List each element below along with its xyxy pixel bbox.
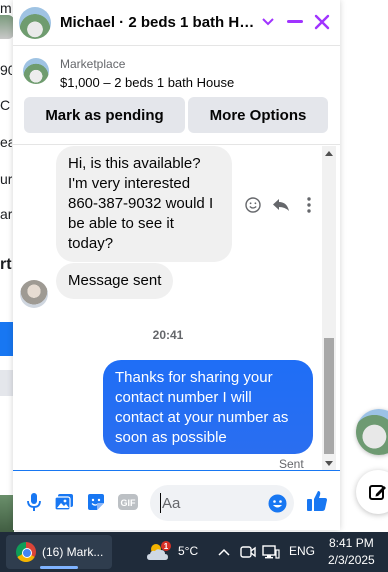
chrome-icon (16, 542, 36, 562)
gif-icon[interactable]: GIF (117, 491, 139, 513)
clock-date[interactable]: 2/3/2025 (328, 553, 375, 567)
outgoing-message[interactable]: Thanks for sharing your contact number I… (103, 360, 313, 454)
more-options-button[interactable]: More Options (188, 97, 328, 133)
microphone-icon[interactable] (23, 491, 45, 513)
smiley-icon[interactable] (239, 193, 267, 217)
taskbar-app-chrome[interactable]: (16) Mark... (6, 535, 112, 569)
message-list[interactable]: Hi, is this available? I'm very interest… (13, 144, 340, 470)
chat-title[interactable]: Michael · 2 beds 1 bath House (60, 14, 256, 31)
sender-avatar[interactable] (20, 280, 48, 308)
incoming-message[interactable]: Message sent (56, 263, 174, 299)
clock-time[interactable]: 8:41 PM (329, 536, 374, 550)
background-page-strip: m 90 C ea ur ark rt (0, 0, 14, 535)
background-text-fragment: ur (0, 171, 12, 187)
contact-avatar[interactable] (19, 7, 51, 39)
background-text-fragment: C (0, 97, 11, 113)
chevron-up-icon[interactable] (215, 543, 233, 561)
more-icon[interactable] (295, 193, 323, 217)
photo-icon[interactable] (53, 491, 75, 513)
language-indicator[interactable]: ENG (289, 544, 315, 558)
background-avatar (0, 15, 14, 39)
thumbs-up-icon[interactable] (306, 490, 328, 512)
svg-text:GIF: GIF (121, 498, 137, 508)
background-button (0, 322, 14, 356)
listing-source: Marketplace (60, 57, 126, 71)
message-composer: GIF (13, 470, 340, 530)
scrollbar-thumb[interactable] (324, 338, 334, 454)
background-button (0, 370, 14, 396)
text-caret (160, 493, 161, 513)
listing-thumbnail[interactable] (23, 58, 49, 84)
message-actions (239, 193, 323, 217)
taskbar-app-label: (16) Mark... (42, 545, 104, 559)
sticker-icon[interactable] (85, 491, 107, 513)
chat-window: Michael · 2 beds 1 bath House Marketplac… (13, 0, 340, 530)
mark-as-pending-button[interactable]: Mark as pending (24, 97, 185, 133)
message-input-wrapper (150, 485, 294, 521)
chevron-down-icon[interactable] (256, 10, 280, 34)
background-text-fragment: m (0, 0, 12, 16)
windows-taskbar: (16) Mark... 1 5°C ENG 8:41 PM 2/3/2025 (0, 532, 388, 572)
listing-title[interactable]: $1,000 – 2 beds 1 bath House (60, 75, 234, 90)
background-text-fragment: ea (0, 134, 12, 150)
chat-header[interactable]: Michael · 2 beds 1 bath House (13, 0, 340, 46)
network-icon[interactable] (262, 543, 280, 561)
meet-now-icon[interactable] (239, 543, 257, 561)
background-text-fragment: ark (0, 206, 12, 222)
emoji-icon[interactable] (266, 492, 288, 514)
weather-badge: 1 (164, 542, 169, 551)
close-icon[interactable] (310, 10, 334, 34)
message-status: Sent (279, 457, 304, 470)
weather-icon[interactable]: 1 (146, 540, 172, 564)
reply-icon[interactable] (267, 193, 295, 217)
background-text-fragment: rt (0, 256, 12, 273)
temperature[interactable]: 5°C (178, 544, 198, 558)
minimize-icon[interactable] (283, 10, 307, 34)
background-text-fragment: 90 (0, 62, 12, 78)
compose-icon (369, 485, 386, 500)
scrollbar[interactable] (322, 146, 336, 470)
message-input[interactable] (162, 492, 262, 514)
background-photo (0, 495, 14, 535)
message-timestamp: 20:41 (152, 328, 184, 342)
scroll-up-arrow-icon[interactable] (322, 146, 336, 160)
active-app-indicator (40, 566, 78, 569)
scroll-down-arrow-icon[interactable] (322, 456, 336, 470)
incoming-message[interactable]: Hi, is this available? I'm very interest… (56, 146, 232, 262)
